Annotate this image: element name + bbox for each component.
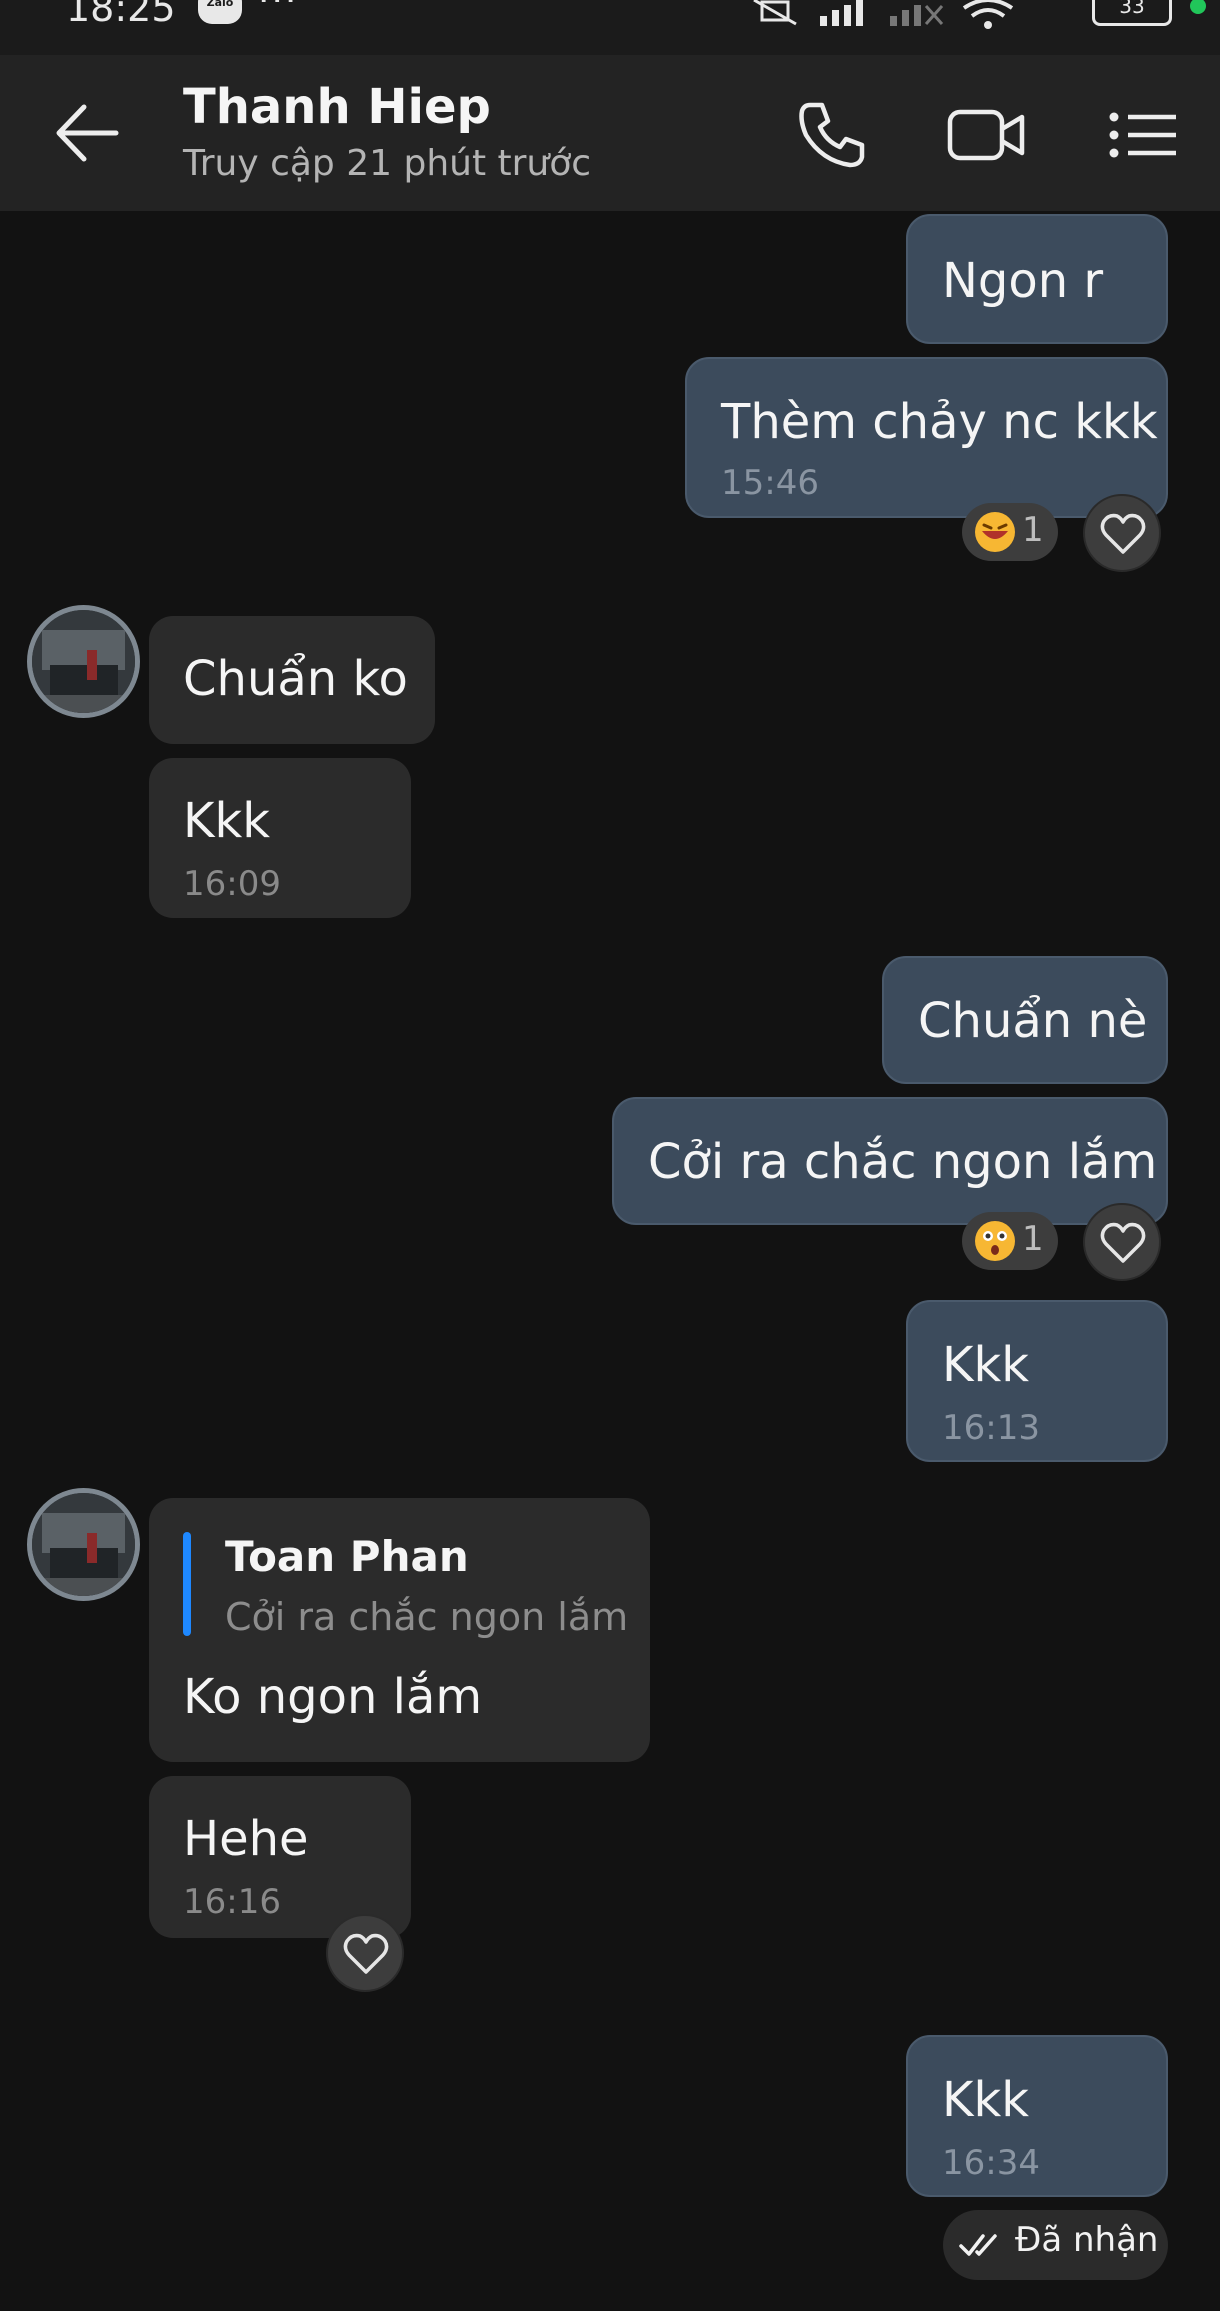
message-text: Kkk: [183, 793, 271, 849]
more-notifications-icon: ···: [258, 0, 299, 21]
message-incoming-reply[interactable]: Toan Phan Cởi ra chắc ngon lắm Ko ngon l…: [149, 1498, 650, 1762]
reaction-count: 1: [1022, 510, 1044, 550]
message-outgoing[interactable]: Chuẩn nè: [882, 956, 1168, 1084]
delivery-status-label: Đã nhận: [1015, 2220, 1159, 2260]
message-text: Hehe: [183, 1811, 309, 1867]
message-time: 16:13: [942, 1408, 1040, 1448]
message-time: 16:16: [183, 1882, 281, 1922]
reaction-badge[interactable]: 1: [962, 1212, 1058, 1270]
heart-icon: [1100, 1222, 1146, 1263]
status-time: 18:25: [66, 0, 176, 30]
message-text: Chuẩn ko: [183, 651, 408, 707]
delivery-status: Đã nhận: [943, 2210, 1168, 2280]
wifi-icon: [962, 0, 1014, 29]
zalo-notification-icon: Zalo: [198, 0, 242, 24]
status-bar: 18:25 Zalo ··· 33: [0, 0, 1220, 55]
surprised-emoji-icon: [975, 1221, 1015, 1261]
react-heart-button[interactable]: [1083, 494, 1161, 572]
message-incoming[interactable]: Chuẩn ko: [149, 616, 435, 744]
message-text: Kkk: [942, 2072, 1030, 2128]
signal-no-service-icon: [890, 5, 944, 26]
react-heart-button[interactable]: [1083, 1203, 1161, 1281]
contact-name[interactable]: Thanh Hiep: [183, 79, 491, 135]
message-outgoing[interactable]: Ngon r: [906, 214, 1168, 344]
double-check-icon: [959, 2234, 997, 2256]
reaction-count: 1: [1022, 1219, 1044, 1259]
message-time: 15:46: [721, 463, 819, 503]
chat-header: Thanh Hiep Truy cập 21 phút trước: [0, 55, 1220, 211]
quoted-text: Cởi ra chắc ngon lắm: [225, 1595, 629, 1639]
react-heart-button[interactable]: [326, 1914, 404, 1992]
message-outgoing[interactable]: Thèm chảy nc kkk 15:46: [685, 357, 1168, 518]
heart-icon: [1100, 513, 1146, 554]
message-outgoing[interactable]: Kkk 16:34: [906, 2035, 1168, 2197]
phone-icon[interactable]: [792, 95, 872, 175]
message-text: Cởi ra chắc ngon lắm: [648, 1134, 1158, 1190]
quote-bar: [183, 1532, 191, 1636]
quoted-sender: Toan Phan: [225, 1532, 469, 1581]
message-outgoing[interactable]: Kkk 16:13: [906, 1300, 1168, 1462]
signal-icon: [820, 0, 863, 26]
video-call-icon[interactable]: [946, 95, 1026, 175]
menu-list-icon[interactable]: [1104, 95, 1184, 175]
contact-avatar[interactable]: [27, 1488, 140, 1601]
message-text: Ngon r: [942, 253, 1104, 309]
message-text: Thèm chảy nc kkk: [721, 394, 1158, 450]
message-incoming[interactable]: Kkk 16:09: [149, 758, 411, 918]
avatar-photo: [32, 610, 135, 713]
battery-icon: 33: [1092, 0, 1172, 26]
reaction-badge[interactable]: 1: [962, 503, 1058, 561]
camera-in-use-dot: [1190, 0, 1206, 14]
back-arrow-icon[interactable]: [54, 102, 120, 164]
message-text: Ko ngon lắm: [183, 1669, 483, 1725]
mute-vibrate-icon: [753, 0, 797, 26]
last-seen-status: Truy cập 21 phút trước: [183, 143, 592, 184]
message-time: 16:09: [183, 864, 281, 904]
message-text: Kkk: [942, 1337, 1030, 1393]
avatar-photo: [32, 1493, 135, 1596]
message-time: 16:34: [942, 2143, 1040, 2183]
message-outgoing[interactable]: Cởi ra chắc ngon lắm: [612, 1097, 1168, 1225]
heart-icon: [343, 1933, 389, 1974]
message-text: Chuẩn nè: [918, 993, 1148, 1049]
contact-avatar[interactable]: [27, 605, 140, 718]
laughing-emoji-icon: [975, 512, 1015, 552]
